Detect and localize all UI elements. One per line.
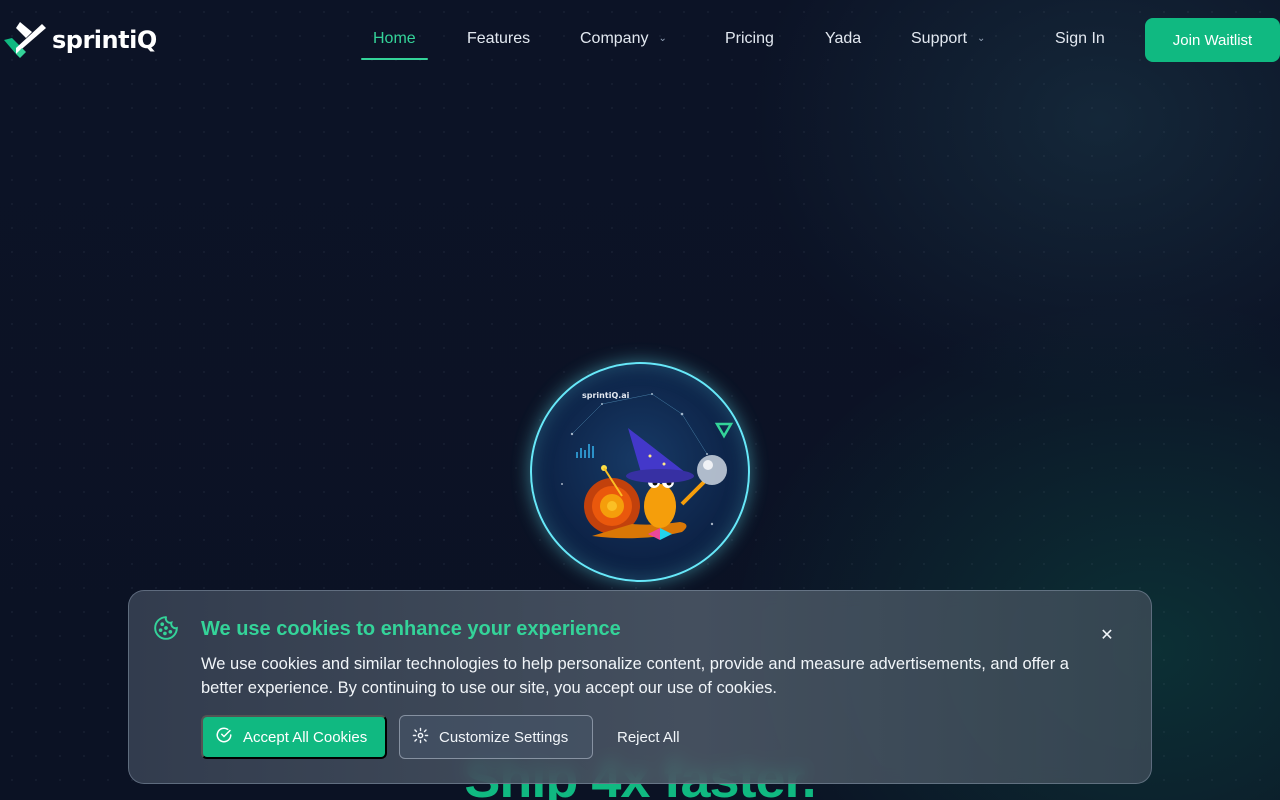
nav-company[interactable]: Company ⌄ [580,22,667,60]
cookie-consent-banner: We use cookies to enhance your experienc… [128,590,1152,784]
cookie-title: We use cookies to enhance your experienc… [201,618,621,640]
accept-all-label: Accept All Cookies [243,728,368,746]
customize-settings-label: Customize Settings [439,728,569,746]
sign-in-link[interactable]: Sign In [1055,30,1105,48]
brand-logo[interactable]: sprintiQ [2,18,157,62]
nav-features[interactable]: Features [467,22,530,60]
nav-pricing-label: Pricing [725,30,774,47]
join-waitlist-button[interactable]: Join Waitlist [1145,18,1280,62]
cookie-icon [153,615,179,646]
brand-name: sprintiQ [52,26,157,54]
nav-support[interactable]: Support ⌄ [911,22,985,60]
wizard-snail-illustration: sprintiQ.ai [561,391,734,540]
nav-yada-label: Yada [825,30,862,47]
gear-icon [412,727,429,748]
customize-settings-button[interactable]: Customize Settings [399,715,593,759]
reject-all-button[interactable]: Reject All [605,715,695,759]
logo-mark-icon [4,22,46,58]
nav-home[interactable]: Home [361,22,428,60]
top-navbar: sprintiQ Home Features Company ⌄ Pricing… [0,0,1280,80]
nav-yada[interactable]: Yada [825,22,861,60]
close-icon[interactable]: ✕ [1097,625,1117,649]
hero-mascot-badge: sprintiQ.ai [530,362,750,582]
nav-home-label: Home [373,30,416,47]
check-circle-icon [215,726,233,748]
chevron-down-icon: ⌄ [658,33,667,44]
nav-support-label: Support [911,30,968,47]
nav-features-label: Features [467,30,531,47]
badge-text: sprintiQ.ai [582,391,630,400]
chevron-down-icon: ⌄ [977,33,986,44]
accept-all-cookies-button[interactable]: Accept All Cookies [201,715,387,759]
cookie-description: We use cookies and similar technologies … [201,655,1069,697]
nav-company-label: Company [580,30,649,47]
nav-pricing[interactable]: Pricing [725,22,774,60]
